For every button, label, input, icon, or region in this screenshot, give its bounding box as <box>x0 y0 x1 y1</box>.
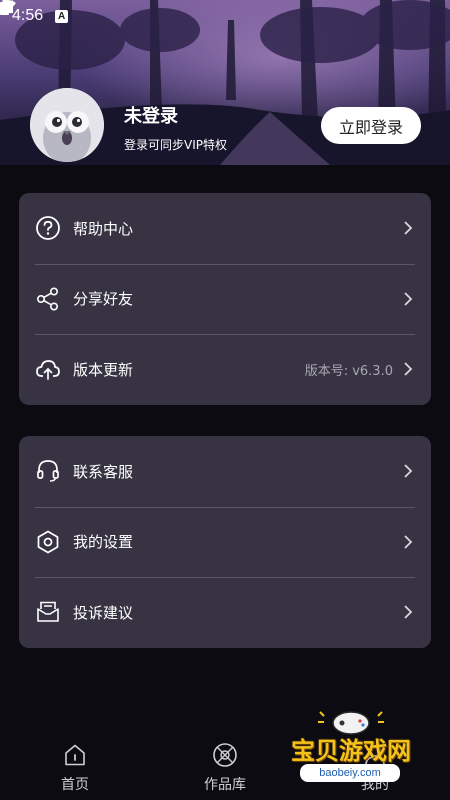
menu-item-version-update[interactable]: 版本更新 版本号: v6.3.0 <box>19 334 431 405</box>
menu-card-primary: 帮助中心 分享好友 版本更新 版本号: v6.3.0 <box>19 193 431 405</box>
status-time: 4:56 <box>12 7 44 24</box>
menu-item-customer-service[interactable]: 联系客服 <box>19 436 431 507</box>
chevron-right-icon <box>401 605 415 620</box>
headset-icon <box>35 458 61 484</box>
menu-item-label: 联系客服 <box>73 462 134 481</box>
user-name: 未登录 <box>124 106 178 127</box>
chevron-right-icon <box>401 362 415 377</box>
menu-item-feedback[interactable]: 投诉建议 <box>19 577 431 648</box>
nav-library-label: 作品库 <box>204 777 246 793</box>
menu-item-my-settings[interactable]: 我的设置 <box>19 506 431 578</box>
menu-item-label: 我的设置 <box>73 533 134 552</box>
menu-item-label: 帮助中心 <box>73 219 134 238</box>
chevron-right-icon <box>401 464 415 478</box>
menu-item-help-center[interactable]: 帮助中心 <box>19 193 431 264</box>
chevron-right-icon <box>401 535 415 549</box>
version-number: 版本号: v6.3.0 <box>304 363 393 379</box>
owl-avatar-icon <box>30 88 104 162</box>
nav-library[interactable]: 作品库 <box>190 742 260 794</box>
avatar[interactable] <box>30 88 104 162</box>
share-icon <box>35 286 61 312</box>
menu-item-label: 投诉建议 <box>73 603 134 622</box>
notification-app-icon: A <box>55 9 69 23</box>
help-circle-icon <box>35 215 61 241</box>
battery-icon <box>0 0 9 15</box>
nav-home[interactable]: 首页 <box>40 742 110 794</box>
menu-item-share-friends[interactable]: 分享好友 <box>19 263 431 335</box>
home-icon <box>65 744 85 766</box>
chevron-right-icon <box>401 221 415 235</box>
settings-icon <box>35 529 61 555</box>
watermark: 宝贝游戏网 baobeiy.com <box>276 708 426 796</box>
cloud-upload-icon <box>35 356 61 382</box>
menu-card-secondary: 联系客服 我的设置 投诉建议 <box>19 436 431 648</box>
menu-item-label: 版本更新 <box>73 360 134 379</box>
watermark-text: 宝贝游戏网 <box>291 737 411 765</box>
login-button[interactable]: 立即登录 <box>321 107 421 144</box>
library-icon <box>213 743 237 767</box>
nav-home-label: 首页 <box>61 777 89 793</box>
mail-icon <box>35 599 61 625</box>
watermark-url: baobeiy.com <box>300 764 400 782</box>
status-bar: 4:56 A <box>0 0 450 32</box>
chevron-right-icon <box>401 292 415 306</box>
user-subtitle: 登录可同步VIP特权 <box>124 138 227 152</box>
menu-item-label: 分享好友 <box>73 290 134 309</box>
